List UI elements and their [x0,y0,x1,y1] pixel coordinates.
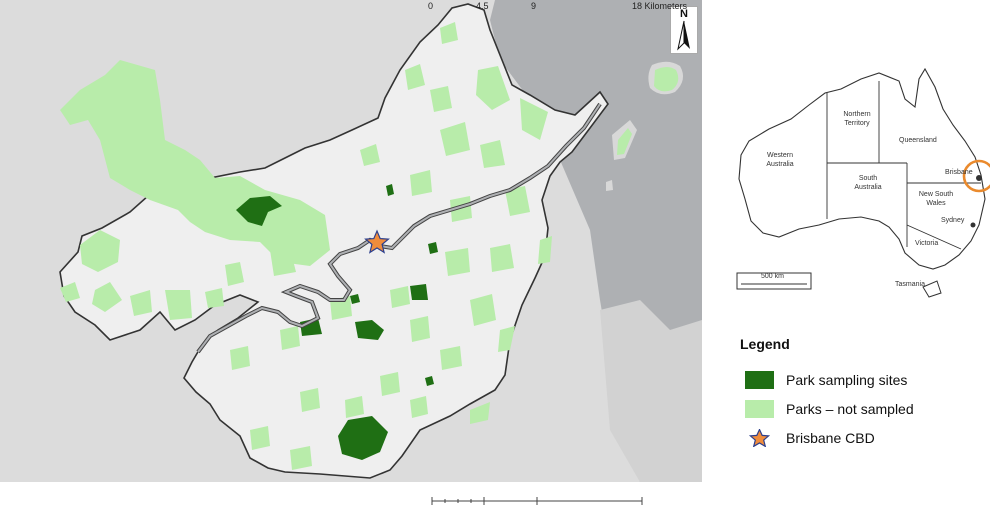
state-label-south-australia: South Australia [854,175,882,191]
scale-label-18-kilometers: 18 Kilometers [632,1,688,11]
state-label-victoria: Victoria [915,240,939,247]
state-label-western-australia: Western Australia [766,152,794,168]
city-label-brisbane: Brisbane [945,169,973,176]
north-arrow-icon [677,20,690,51]
scale-label-4-5: 4.5 [476,1,489,11]
scale-bar-graphic [431,497,643,505]
legend-title: Legend [740,336,790,352]
state-label-new-south-wales: New South Wales [918,191,954,207]
park-sampled-swatch [745,371,774,389]
star-icon [748,429,771,447]
inset-scale-label: 500 km [761,273,784,280]
scale-label-9: 9 [531,1,537,11]
state-label-northern-territory: Northern Territory [843,111,871,127]
park-not-sampled-swatch [745,400,774,418]
legend-label-cbd: Brisbane CBD [786,430,875,446]
city-label-sydney: Sydney [941,217,965,224]
legend-item-not-sampled: Parks – not sampled [745,398,914,420]
legend-item-sampled: Park sampling sites [745,369,907,391]
state-label-tasmania: Tasmania [895,281,925,288]
australia-inset-map: Western Australia Northern Territory Sou… [729,59,996,300]
study-area-map[interactable] [0,0,702,482]
legend-label-sampled: Park sampling sites [786,372,908,388]
legend-label-not-sampled: Parks – not sampled [786,401,914,417]
north-arrow: N [670,6,698,54]
legend-item-cbd: Brisbane CBD [745,427,875,449]
state-label-queensland: Queensland [899,137,937,144]
scale-label-0: 0 [428,1,434,11]
